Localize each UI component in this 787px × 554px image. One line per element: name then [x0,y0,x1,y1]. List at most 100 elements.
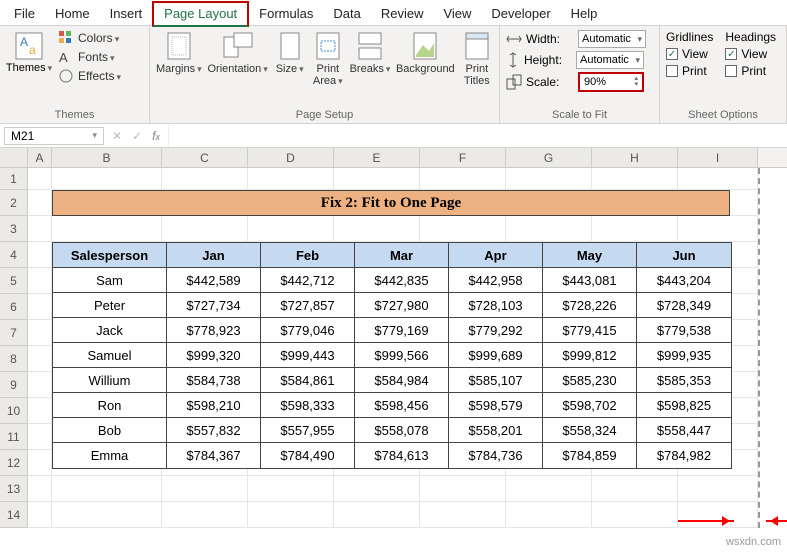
scale-spinner[interactable]: 90%▴▾ [578,72,644,92]
table-cell[interactable]: Peter [53,293,167,318]
col-header[interactable]: I [678,148,758,167]
table-cell[interactable]: $728,103 [449,293,543,318]
themes-button[interactable]: Aa Themes [6,30,52,74]
table-cell[interactable]: $585,353 [637,368,731,393]
row-header[interactable]: 4 [0,242,28,268]
table-cell[interactable]: $443,081 [543,268,637,293]
col-header[interactable]: G [506,148,592,167]
table-cell[interactable]: $598,210 [167,393,261,418]
effects-button[interactable]: Effects [58,68,121,84]
table-cell[interactable]: $784,736 [449,443,543,468]
background-button[interactable]: Background [396,30,455,75]
table-cell[interactable]: $999,812 [543,343,637,368]
width-dropdown[interactable]: Automatic▾ [578,30,646,48]
col-header[interactable]: D [248,148,334,167]
tab-review[interactable]: Review [371,3,434,25]
table-cell[interactable]: $584,861 [261,368,355,393]
table-cell[interactable]: $558,324 [543,418,637,443]
table-cell[interactable]: $999,320 [167,343,261,368]
table-cell[interactable]: Samuel [53,343,167,368]
row-header[interactable]: 12 [0,450,28,476]
cells-area[interactable]: Fix 2: Fit to One Page Salesperson Jan F… [28,168,758,528]
table-cell[interactable]: $598,456 [355,393,449,418]
col-header[interactable]: B [52,148,162,167]
table-cell[interactable]: $784,859 [543,443,637,468]
table-cell[interactable]: $779,169 [355,318,449,343]
col-header[interactable]: E [334,148,420,167]
print-area-button[interactable]: Print Area [312,30,344,87]
col-header[interactable]: C [162,148,248,167]
margins-button[interactable]: Margins [156,30,202,75]
table-cell[interactable]: $442,589 [167,268,261,293]
row-header[interactable]: 14 [0,502,28,528]
print-titles-button[interactable]: Print Titles [461,30,493,87]
col-header[interactable]: H [592,148,678,167]
row-header[interactable]: 11 [0,424,28,450]
table-cell[interactable]: $442,712 [261,268,355,293]
row-header[interactable]: 6 [0,294,28,320]
height-dropdown[interactable]: Automatic▾ [576,51,644,69]
table-cell[interactable]: $598,702 [543,393,637,418]
table-cell[interactable]: $728,349 [637,293,731,318]
table-cell[interactable]: $585,230 [543,368,637,393]
table-cell[interactable]: $442,958 [449,268,543,293]
table-cell[interactable]: $784,490 [261,443,355,468]
tab-developer[interactable]: Developer [481,3,560,25]
size-button[interactable]: Size [274,30,306,75]
orientation-button[interactable]: Orientation [208,30,268,75]
formula-bar[interactable] [168,124,787,147]
table-cell[interactable]: $784,613 [355,443,449,468]
row-header[interactable]: 9 [0,372,28,398]
table-cell[interactable]: $784,982 [637,443,731,468]
tab-data[interactable]: Data [323,3,370,25]
table-cell[interactable]: $728,226 [543,293,637,318]
table-cell[interactable]: $999,566 [355,343,449,368]
table-cell[interactable]: $585,107 [449,368,543,393]
table-cell[interactable]: $778,923 [167,318,261,343]
table-cell[interactable]: $779,046 [261,318,355,343]
table-cell[interactable]: $999,443 [261,343,355,368]
table-cell[interactable]: $558,447 [637,418,731,443]
row-header[interactable]: 13 [0,476,28,502]
table-cell[interactable]: $598,579 [449,393,543,418]
table-cell[interactable]: $558,201 [449,418,543,443]
table-cell[interactable]: Jack [53,318,167,343]
table-cell[interactable]: $727,734 [167,293,261,318]
colors-button[interactable]: Colors [58,30,121,46]
row-header[interactable]: 1 [0,168,28,190]
spinner-arrows-icon[interactable]: ▴▾ [634,76,638,88]
table-cell[interactable]: $779,415 [543,318,637,343]
table-cell[interactable]: $598,333 [261,393,355,418]
select-all-triangle[interactable] [0,148,28,167]
headings-view-checkbox[interactable]: ✓View [725,47,776,61]
gridlines-view-checkbox[interactable]: ✓View [666,47,713,61]
tab-view[interactable]: View [433,3,481,25]
table-cell[interactable]: $779,538 [637,318,731,343]
tab-formulas[interactable]: Formulas [249,3,323,25]
tab-page-layout[interactable]: Page Layout [152,1,249,27]
row-header[interactable]: 10 [0,398,28,424]
table-cell[interactable]: Bob [53,418,167,443]
table-cell[interactable]: $442,835 [355,268,449,293]
table-cell[interactable]: Ron [53,393,167,418]
tab-help[interactable]: Help [561,3,608,25]
table-cell[interactable]: $727,980 [355,293,449,318]
fx-icon[interactable]: fx [152,129,160,143]
table-cell[interactable]: $443,204 [637,268,731,293]
breaks-button[interactable]: Breaks [350,30,390,75]
table-cell[interactable]: $557,955 [261,418,355,443]
table-cell[interactable]: $584,984 [355,368,449,393]
table-cell[interactable]: $584,738 [167,368,261,393]
table-cell[interactable]: $727,857 [261,293,355,318]
headings-print-checkbox[interactable]: Print [725,64,776,78]
row-header[interactable]: 8 [0,346,28,372]
tab-home[interactable]: Home [45,3,100,25]
table-cell[interactable]: Willium [53,368,167,393]
row-header[interactable]: 5 [0,268,28,294]
row-header[interactable]: 3 [0,216,28,242]
table-cell[interactable]: $999,689 [449,343,543,368]
row-header[interactable]: 2 [0,190,28,216]
tab-insert[interactable]: Insert [100,3,153,25]
table-cell[interactable]: $557,832 [167,418,261,443]
row-header[interactable]: 7 [0,320,28,346]
